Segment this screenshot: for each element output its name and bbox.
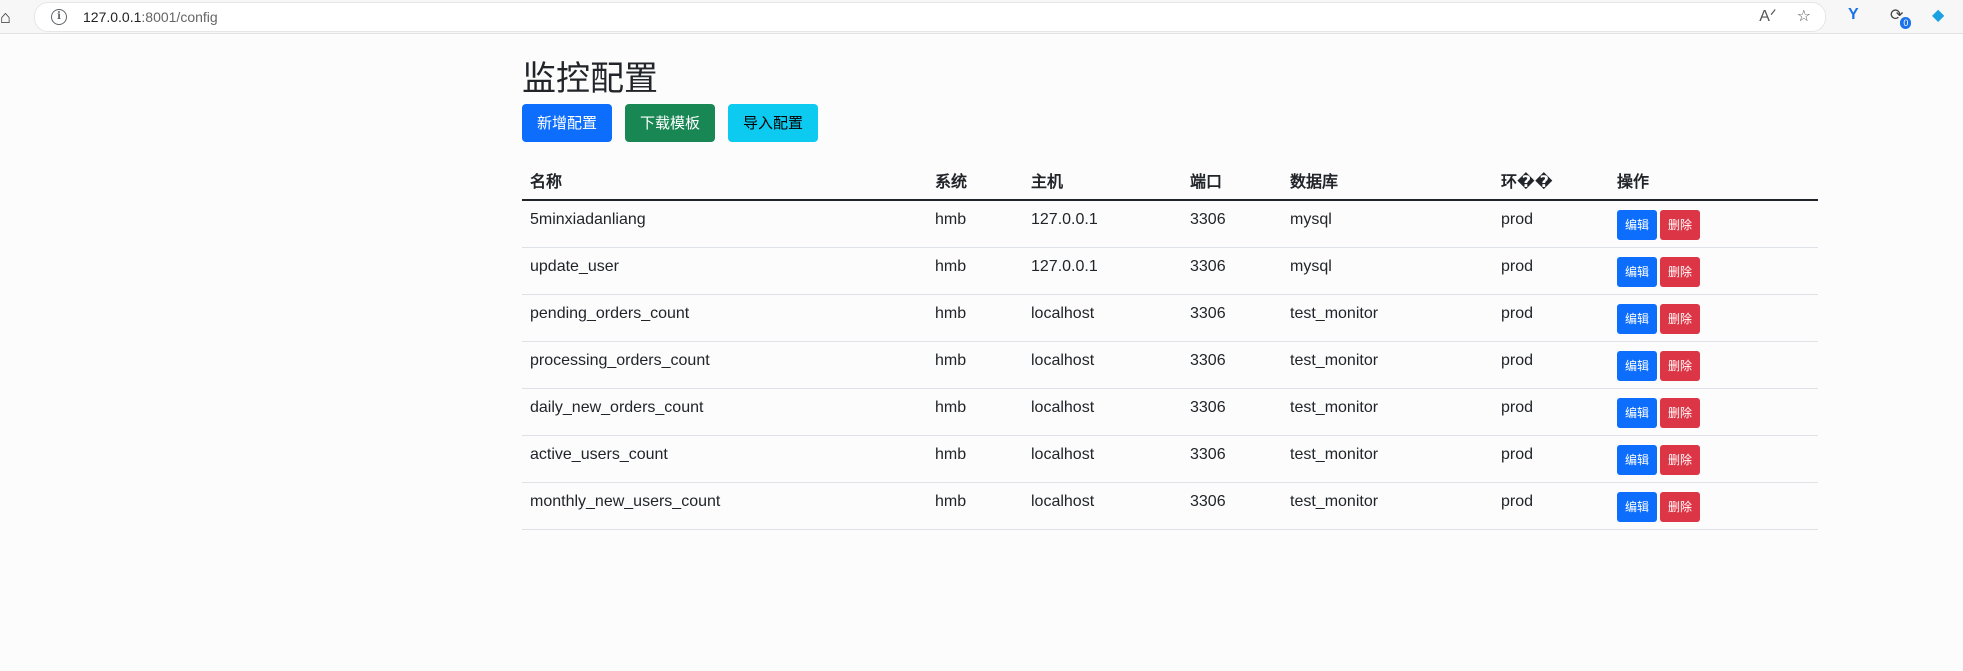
cell-database: test_monitor xyxy=(1282,435,1493,483)
edit-button[interactable]: 编辑 xyxy=(1617,350,1658,381)
cell-system: hmb xyxy=(927,200,1023,248)
edit-button[interactable]: 编辑 xyxy=(1617,444,1658,475)
cell-host: 127.0.0.1 xyxy=(1023,247,1182,295)
header-env: 环�� xyxy=(1493,160,1609,201)
cell-env: prod xyxy=(1493,388,1609,436)
cell-host: 127.0.0.1 xyxy=(1023,200,1182,248)
header-actions: 操作 xyxy=(1609,160,1818,201)
config-table: 名称 系统 主机 端口 数据库 环�� 操作 5minxiadanliang h… xyxy=(522,160,1818,530)
copilot-icon[interactable]: ◆ xyxy=(1932,5,1944,25)
cell-env: prod xyxy=(1493,247,1609,295)
home-icon[interactable]: ⌂ xyxy=(0,6,16,28)
page-title: 监控配置 xyxy=(522,59,658,99)
cell-name: monthly_new_users_count xyxy=(522,482,927,530)
url-text[interactable]: 127.0.0.1:8001/config xyxy=(83,9,218,25)
delete-button[interactable]: 删除 xyxy=(1660,397,1701,428)
cell-name: processing_orders_count xyxy=(522,341,927,389)
cell-system: hmb xyxy=(927,388,1023,436)
cell-port: 3306 xyxy=(1182,388,1282,436)
cell-database: test_monitor xyxy=(1282,482,1493,530)
cell-env: prod xyxy=(1493,482,1609,530)
header-name: 名称 xyxy=(522,160,927,201)
edit-button[interactable]: 编辑 xyxy=(1617,210,1658,240)
cell-actions: 编辑 删除 xyxy=(1609,435,1818,483)
edit-button[interactable]: 编辑 xyxy=(1617,491,1658,522)
cell-system: hmb xyxy=(927,294,1023,342)
delete-button[interactable]: 删除 xyxy=(1660,256,1701,287)
table-row: pending_orders_count hmb localhost 3306 … xyxy=(522,294,1818,342)
header-system: 系统 xyxy=(927,160,1023,201)
add-config-button[interactable]: 新增配置 xyxy=(522,104,612,142)
cell-actions: 编辑 删除 xyxy=(1609,341,1818,389)
import-config-button[interactable]: 导入配置 xyxy=(728,104,818,142)
download-template-button[interactable]: 下载模板 xyxy=(625,104,715,142)
cell-port: 3306 xyxy=(1182,247,1282,295)
delete-button[interactable]: 删除 xyxy=(1660,210,1701,240)
table-row: monthly_new_users_count hmb localhost 33… xyxy=(522,482,1818,530)
delete-button[interactable]: 删除 xyxy=(1660,303,1701,334)
edit-button[interactable]: 编辑 xyxy=(1617,303,1658,334)
cell-host: localhost xyxy=(1023,388,1182,436)
cell-port: 3306 xyxy=(1182,200,1282,248)
cell-port: 3306 xyxy=(1182,435,1282,483)
cell-host: localhost xyxy=(1023,341,1182,389)
address-bar[interactable]: i 127.0.0.1:8001/config Aᐟ ☆ xyxy=(34,2,1826,32)
cell-port: 3306 xyxy=(1182,294,1282,342)
delete-button[interactable]: 删除 xyxy=(1660,491,1701,522)
cell-port: 3306 xyxy=(1182,482,1282,530)
cell-name: 5minxiadanliang xyxy=(522,200,927,248)
cell-system: hmb xyxy=(927,247,1023,295)
header-database: 数据库 xyxy=(1282,160,1493,201)
table-row: daily_new_orders_count hmb localhost 330… xyxy=(522,388,1818,436)
cell-actions: 编辑 删除 xyxy=(1609,482,1818,530)
cell-actions: 编辑 删除 xyxy=(1609,247,1818,295)
delete-button[interactable]: 删除 xyxy=(1660,350,1701,381)
cell-system: hmb xyxy=(927,435,1023,483)
read-aloud-icon[interactable]: Aᐟ xyxy=(1759,7,1776,27)
cell-database: mysql xyxy=(1282,247,1493,295)
action-buttons: 新增配置 下载模板 导入配置 xyxy=(522,104,1818,142)
table-row: 5minxiadanliang hmb 127.0.0.1 3306 mysql… xyxy=(522,200,1818,248)
cell-system: hmb xyxy=(927,482,1023,530)
url-host: 127.0.0.1 xyxy=(83,9,142,25)
cell-name: active_users_count xyxy=(522,435,927,483)
cell-env: prod xyxy=(1493,200,1609,248)
header-port: 端口 xyxy=(1182,160,1282,201)
cell-name: update_user xyxy=(522,247,927,295)
table-row: processing_orders_count hmb localhost 33… xyxy=(522,341,1818,389)
cell-actions: 编辑 删除 xyxy=(1609,200,1818,248)
cell-system: hmb xyxy=(927,341,1023,389)
favorite-star-icon[interactable]: ☆ xyxy=(1797,7,1811,27)
cell-actions: 编辑 删除 xyxy=(1609,294,1818,342)
info-icon[interactable]: i xyxy=(51,9,67,25)
cell-host: localhost xyxy=(1023,294,1182,342)
cell-name: daily_new_orders_count xyxy=(522,388,927,436)
edit-button[interactable]: 编辑 xyxy=(1617,397,1658,428)
url-path: :8001/config xyxy=(141,9,218,25)
cell-database: test_monitor xyxy=(1282,294,1493,342)
edit-button[interactable]: 编辑 xyxy=(1617,256,1658,287)
cell-database: test_monitor xyxy=(1282,341,1493,389)
cell-env: prod xyxy=(1493,435,1609,483)
table-header-row: 名称 系统 主机 端口 数据库 环�� 操作 xyxy=(522,160,1818,201)
cell-host: localhost xyxy=(1023,435,1182,483)
cell-env: prod xyxy=(1493,341,1609,389)
table-row: update_user hmb 127.0.0.1 3306 mysql pro… xyxy=(522,247,1818,295)
sync-icon[interactable]: ⟳ 0 xyxy=(1890,5,1912,29)
delete-button[interactable]: 删除 xyxy=(1660,444,1701,475)
cell-env: prod xyxy=(1493,294,1609,342)
sync-badge: 0 xyxy=(1900,17,1912,29)
table-row: active_users_count hmb localhost 3306 te… xyxy=(522,435,1818,483)
cell-name: pending_orders_count xyxy=(522,294,927,342)
header-host: 主机 xyxy=(1023,160,1182,201)
cell-database: test_monitor xyxy=(1282,388,1493,436)
cell-actions: 编辑 删除 xyxy=(1609,388,1818,436)
main-content: 监控配置 新增配置 下载模板 导入配置 名称 系统 主机 端口 数据库 环�� … xyxy=(522,54,1818,530)
cell-port: 3306 xyxy=(1182,341,1282,389)
browser-toolbar: ⌂ i 127.0.0.1:8001/config Aᐟ ☆ Y ⟳ 0 ◆ xyxy=(0,0,1963,34)
cell-database: mysql xyxy=(1282,200,1493,248)
extension-y-icon[interactable]: Y xyxy=(1848,6,1859,24)
cell-host: localhost xyxy=(1023,482,1182,530)
